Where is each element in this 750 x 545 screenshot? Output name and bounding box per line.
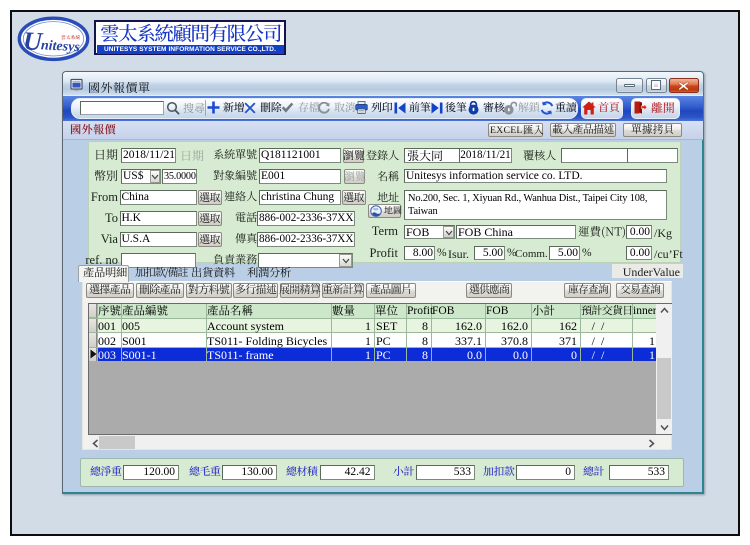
svg-text:nitesys: nitesys [41,38,81,55]
